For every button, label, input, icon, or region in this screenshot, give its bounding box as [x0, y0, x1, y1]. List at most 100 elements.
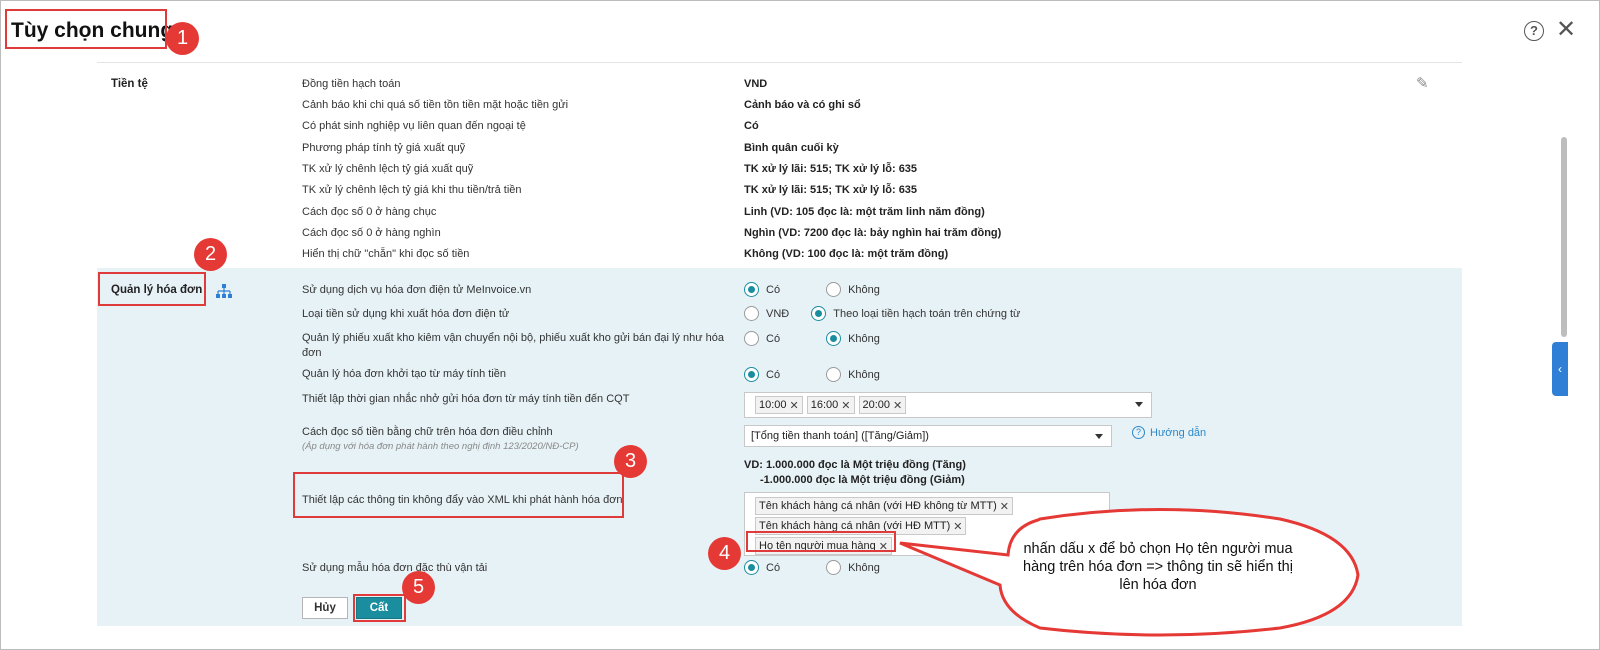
invoice-currency-radio-group: VNĐ Theo loại tiền hạch toán trên chứng … — [744, 306, 1038, 321]
cash-register-radio-group: Có Không — [744, 367, 898, 382]
currency-row-label: Cảnh báo khi chi quá số tiền tồn tiền mặ… — [302, 99, 569, 111]
currency-row-label: Cách đọc số 0 ở hàng nghìn — [302, 227, 441, 239]
radio-label: Có — [766, 332, 781, 345]
radio-label: VNĐ — [766, 307, 790, 320]
radio-label: Có — [766, 283, 781, 296]
currency-row-label: Phương pháp tính tỷ giá xuất quỹ — [302, 142, 466, 154]
currency-row-value: Bình quân cuối kỳ — [744, 142, 839, 154]
currency-row-value: TK xử lý lãi: 515; TK xử lý lỗ: 635 — [744, 163, 918, 175]
radio-dot[interactable] — [744, 306, 759, 321]
scrollbar-thumb[interactable] — [1561, 137, 1567, 337]
tag-text: 16:00 — [810, 399, 839, 411]
chevron-down-icon[interactable] — [1095, 434, 1103, 439]
einvoice-label: Sử dụng dịch vụ hóa đơn điện tử MeInvoic… — [302, 284, 532, 296]
einvoice-radio-group: Có Không — [744, 282, 898, 297]
pencil-icon[interactable]: ✎ — [1416, 74, 1429, 92]
warehouse-option-no[interactable]: Không — [826, 331, 880, 346]
annotation-badge-1: 1 — [166, 22, 199, 55]
remove-tag-icon[interactable]: ✕ — [953, 520, 962, 533]
transport-label: Sử dụng mẫu hóa đơn đặc thù vận tải — [302, 562, 488, 574]
einvoice-option-no[interactable]: Không — [826, 282, 880, 297]
radio-label: Không — [848, 283, 880, 296]
einvoice-option-yes[interactable]: Có — [744, 282, 780, 297]
annotation-badge-2: 2 — [194, 238, 227, 271]
remove-tag-icon[interactable]: ✕ — [790, 399, 799, 412]
currency-row-value: Có — [744, 120, 759, 132]
section-title-currency: Tiền tệ — [111, 78, 148, 90]
guide-link[interactable]: ? Hướng dẫn — [1132, 426, 1206, 439]
annotation-badge-5: 5 — [402, 571, 435, 604]
radio-dot[interactable] — [744, 282, 759, 297]
currency-row-label: TK xử lý chênh lệch tỷ giá xuất quỹ — [302, 163, 474, 175]
side-panel-toggle[interactable]: ‹ — [1552, 342, 1568, 396]
cash-register-option-yes[interactable]: Có — [744, 367, 780, 382]
radio-dot[interactable] — [826, 367, 842, 382]
cancel-button[interactable]: Hủy — [302, 597, 348, 619]
example-line-2: -1.000.000 đọc là Một triệu đồng (Giảm) — [760, 474, 965, 486]
read-amount-select[interactable]: [Tổng tiền thanh toán] ([Tăng/Giảm]) — [744, 425, 1112, 447]
cash-register-option-no[interactable]: Không — [826, 367, 880, 382]
tag-text: 10:00 — [759, 399, 787, 411]
read-amount-note: (Áp dụng với hóa đơn phát hành theo nghị… — [302, 441, 579, 452]
radio-label: Không — [848, 368, 880, 381]
transport-option-yes[interactable]: Có — [744, 560, 780, 575]
time-tag: 10:00 ✕ — [755, 396, 803, 414]
transport-radio-group: Có Không — [744, 560, 898, 575]
radio-dot[interactable] — [744, 560, 759, 575]
time-tag: 16:00 ✕ — [806, 396, 855, 414]
annotation-box-title — [5, 9, 167, 49]
warehouse-radio-group: Có Không — [744, 331, 898, 346]
radio-dot[interactable] — [811, 306, 827, 321]
tag-text: 20:00 — [862, 399, 891, 411]
help-circle-icon[interactable]: ? — [1524, 21, 1544, 41]
structure-icon[interactable] — [216, 284, 232, 298]
remove-tag-icon[interactable]: ✕ — [1000, 500, 1009, 513]
close-icon[interactable]: ✕ — [1556, 17, 1576, 43]
callout-text: nhấn dấu x để bỏ chọn Họ tên người mua h… — [1023, 541, 1293, 593]
invoice-currency-label: Loại tiền sử dụng khi xuất hóa đơn điện … — [302, 308, 510, 320]
radio-label: Có — [766, 368, 781, 381]
currency-row-label: Đồng tiền hạch toán — [302, 78, 401, 90]
example-line-1: VD: 1.000.000 đọc là Một triệu đồng (Tăn… — [744, 459, 966, 471]
reminder-label: Thiết lập thời gian nhắc nhở gửi hóa đơn… — [302, 393, 630, 405]
annotation-box-xml — [293, 472, 624, 518]
currency-row-label: TK xử lý chênh lệch tỷ giá khi thu tiền/… — [302, 184, 522, 196]
annotation-badge-4: 4 — [708, 537, 741, 570]
time-tag: 20:00 ✕ — [858, 396, 907, 414]
xml-tag: Tên khách hàng cá nhân (với HĐ không từ … — [755, 497, 1013, 515]
transport-option-no[interactable]: Không — [826, 560, 880, 575]
radio-dot[interactable] — [826, 282, 842, 297]
help-circle-icon: ? — [1132, 426, 1145, 439]
read-amount-label: Cách đọc số tiền bằng chữ trên hóa đơn đ… — [302, 426, 553, 438]
radio-label: Theo loại tiền hạch toán trên chứng từ — [833, 307, 1021, 320]
currency-option-by-voucher[interactable]: Theo loại tiền hạch toán trên chứng từ — [811, 306, 1020, 321]
warehouse-label: Quản lý phiếu xuất kho kiêm vận chuyển n… — [302, 332, 725, 359]
remove-tag-icon[interactable]: ✕ — [841, 399, 850, 412]
currency-row-value: Nghìn (VD: 7200 đọc là: bảy nghìn hai tr… — [744, 227, 1002, 239]
annotation-box-save — [353, 594, 406, 622]
chevron-down-icon[interactable] — [1135, 402, 1143, 407]
radio-dot[interactable] — [744, 331, 759, 346]
annotation-box-buyer-tag — [746, 531, 896, 552]
currency-option-vnd[interactable]: VNĐ — [744, 306, 789, 321]
currency-row-value: Linh (VD: 105 đọc là: một trăm linh năm … — [744, 206, 985, 218]
radio-dot[interactable] — [826, 331, 842, 346]
currency-row-value: Không (VD: 100 đọc là: một trăm đồng) — [744, 248, 949, 260]
radio-dot[interactable] — [744, 367, 759, 382]
remove-tag-icon[interactable]: ✕ — [893, 399, 902, 412]
reminder-time-select[interactable]: 10:00 ✕ 16:00 ✕ 20:00 ✕ — [744, 392, 1152, 418]
annotation-badge-3: 3 — [614, 445, 647, 478]
radio-label: Có — [766, 561, 781, 574]
radio-dot[interactable] — [826, 560, 842, 575]
cash-register-label: Quản lý hóa đơn khởi tạo từ máy tính tiề… — [302, 368, 507, 380]
radio-label: Không — [848, 561, 880, 574]
tag-text: Tên khách hàng cá nhân (với HĐ không từ … — [759, 500, 997, 512]
radio-label: Không — [848, 332, 880, 345]
warehouse-option-yes[interactable]: Có — [744, 331, 780, 346]
annotation-box-invoice — [98, 272, 206, 306]
currency-row-label: Cách đọc số 0 ở hàng chục — [302, 206, 437, 218]
select-value: [Tổng tiền thanh toán] ([Tăng/Giảm]) — [751, 430, 929, 442]
currency-row-value: TK xử lý lãi: 515; TK xử lý lỗ: 635 — [744, 184, 918, 196]
content-divider — [97, 62, 1462, 63]
currency-row-label: Hiển thị chữ "chẵn" khi đọc số tiền — [302, 248, 470, 260]
